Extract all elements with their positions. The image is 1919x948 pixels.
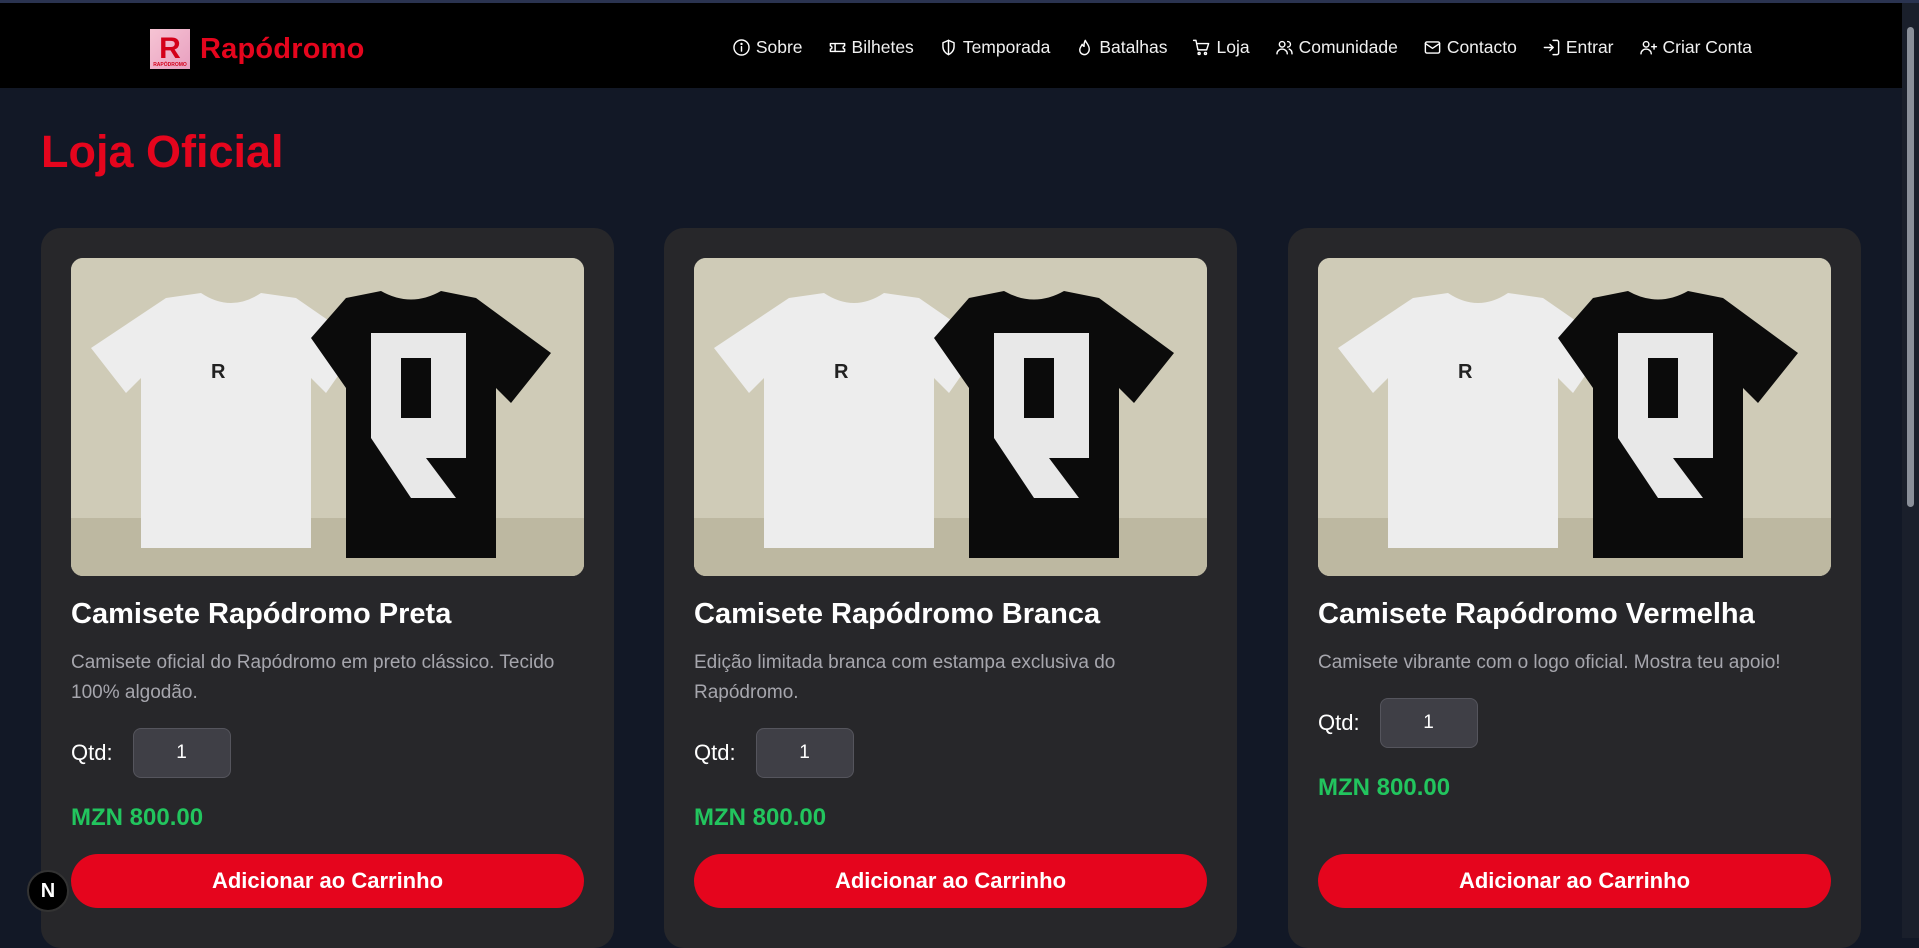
quantity-input[interactable]: 1 bbox=[132, 728, 231, 778]
brand-logo: R RAPÓDROMO bbox=[150, 29, 190, 69]
product-price: MZN 800.00 bbox=[1318, 774, 1451, 801]
flame-icon bbox=[1079, 39, 1091, 56]
quantity-input[interactable]: 1 bbox=[1379, 698, 1478, 748]
svg-text:R: R bbox=[211, 361, 226, 383]
brand[interactable]: R RAPÓDROMO Rapódromo bbox=[150, 29, 365, 69]
info-icon bbox=[733, 39, 750, 56]
mail-icon bbox=[1424, 41, 1441, 54]
product-image: R bbox=[1318, 258, 1831, 576]
product-price: MZN 800.00 bbox=[694, 804, 827, 831]
quantity-label: Qtd: bbox=[694, 740, 736, 765]
product-card: R Camisete Rapódromo Preta Camisete ofic… bbox=[41, 228, 614, 948]
add-to-cart-button[interactable]: Adicionar ao Carrinho bbox=[1318, 854, 1831, 908]
quantity-label: Qtd: bbox=[71, 740, 113, 765]
users-icon bbox=[1275, 40, 1293, 55]
product-price: MZN 800.00 bbox=[71, 804, 204, 831]
product-image: R bbox=[694, 258, 1207, 576]
nav-item-criar-conta[interactable]: Criar Conta bbox=[1639, 37, 1752, 58]
nav-label: Batalhas bbox=[1099, 37, 1168, 57]
nav-item-batalhas[interactable]: Batalhas bbox=[1075, 37, 1167, 58]
nav-label: Criar Conta bbox=[1662, 37, 1752, 57]
nav-item-temporada[interactable]: Temporada bbox=[939, 37, 1051, 58]
svg-text:R: R bbox=[834, 361, 849, 383]
quantity-row: Qtd: 1 bbox=[1318, 698, 1478, 748]
nav-item-contacto[interactable]: Contacto bbox=[1423, 37, 1517, 58]
ticket-icon bbox=[829, 42, 845, 53]
product-image: R bbox=[71, 258, 584, 576]
brand-name: Rapódromo bbox=[200, 32, 365, 65]
nav-item-entrar[interactable]: Entrar bbox=[1542, 37, 1614, 58]
nav-item-comunidade[interactable]: Comunidade bbox=[1275, 37, 1398, 58]
product-description: Camisete oficial do Rapódromo em preto c… bbox=[71, 652, 555, 703]
cart-icon bbox=[1193, 39, 1210, 56]
nav-label: Bilhetes bbox=[851, 37, 914, 57]
product-title: Camisete Rapódromo Branca bbox=[694, 598, 1101, 630]
quantity-label: Qtd: bbox=[1318, 710, 1360, 735]
nav-label: Comunidade bbox=[1298, 37, 1398, 57]
login-icon bbox=[1543, 39, 1560, 56]
dev-tools-badge[interactable]: N bbox=[27, 870, 69, 912]
nav-label: Temporada bbox=[962, 37, 1051, 57]
shield-icon bbox=[942, 39, 955, 56]
nav-label: Contacto bbox=[1446, 37, 1517, 57]
logo-letter: R bbox=[159, 32, 181, 65]
product-card: R Camisete Rapódromo Branca Edição limit… bbox=[664, 228, 1237, 948]
nav-label: Loja bbox=[1216, 37, 1250, 57]
product-description: Edição limitada branca com estampa exclu… bbox=[694, 652, 1116, 703]
nav-item-bilhetes[interactable]: Bilhetes bbox=[828, 37, 914, 58]
nav-item-sobre[interactable]: Sobre bbox=[732, 37, 803, 58]
product-card: R Camisete Rapódromo Vermelha Camisete v… bbox=[1288, 228, 1861, 948]
product-description: Camisete vibrante com o logo oficial. Mo… bbox=[1318, 652, 1781, 673]
scrollbar-thumb[interactable] bbox=[1907, 27, 1914, 507]
site-header: R RAPÓDROMO Rapódromo Sobre Bilhetes Tem… bbox=[0, 3, 1902, 88]
nav-item-loja[interactable]: Loja bbox=[1192, 37, 1250, 58]
add-to-cart-button[interactable]: Adicionar ao Carrinho bbox=[71, 854, 584, 908]
user-plus-icon bbox=[1639, 40, 1657, 55]
svg-text:R: R bbox=[1458, 361, 1473, 383]
quantity-row: Qtd: 1 bbox=[71, 728, 231, 778]
product-title: Camisete Rapódromo Preta bbox=[71, 598, 452, 630]
main-nav: Sobre Bilhetes Temporada Batalhas Loja C… bbox=[732, 37, 1752, 58]
quantity-input[interactable]: 1 bbox=[755, 728, 854, 778]
nav-label: Entrar bbox=[1565, 37, 1614, 57]
add-to-cart-button[interactable]: Adicionar ao Carrinho bbox=[694, 854, 1207, 908]
product-title: Camisete Rapódromo Vermelha bbox=[1318, 598, 1755, 630]
nav-label: Sobre bbox=[755, 37, 803, 57]
page-scrollbar[interactable] bbox=[1902, 3, 1919, 938]
quantity-row: Qtd: 1 bbox=[694, 728, 854, 778]
logo-caption: RAPÓDROMO bbox=[153, 62, 187, 68]
page-title: Loja Oficial bbox=[41, 126, 284, 177]
